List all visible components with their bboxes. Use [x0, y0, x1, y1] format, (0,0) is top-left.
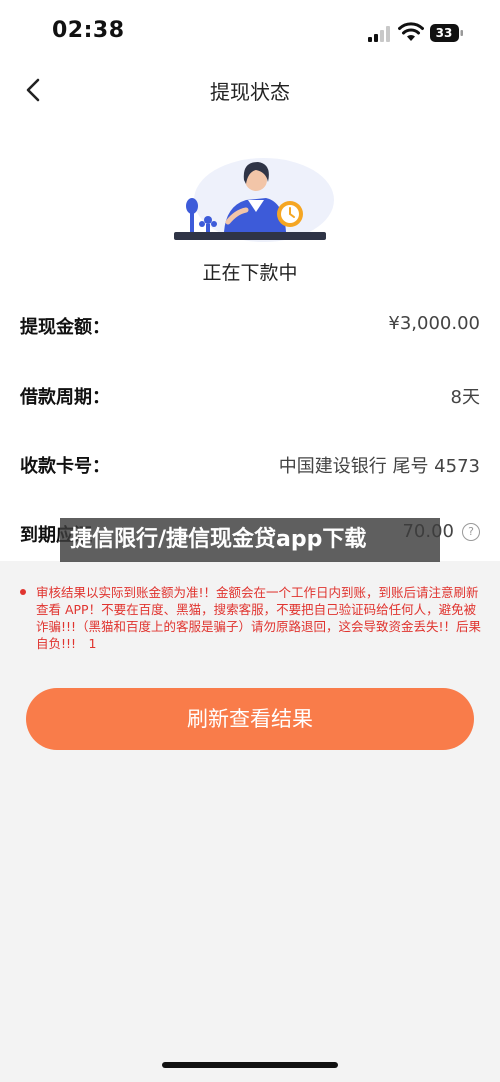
- battery-level: 33: [435, 26, 453, 40]
- battery-icon: 33: [430, 24, 464, 42]
- warning-notice: 审核结果以实际到账金额为准!！金额会在一个工作日内到账，到账后请注意刷新查看 A…: [20, 584, 482, 652]
- row-label: 提现金额：: [20, 317, 110, 338]
- row-value: 8天: [450, 387, 480, 408]
- cellular-signal-icon: [368, 26, 390, 42]
- row-label: 收款卡号：: [20, 456, 110, 477]
- detail-row-amount: 提现金额： ¥3,000.00: [0, 305, 500, 345]
- person-at-desk-illustration: [174, 158, 334, 242]
- row-label: 借款周期：: [20, 387, 110, 408]
- page-title: 提现状态: [210, 80, 290, 104]
- row-value: ¥3,000.00: [388, 313, 480, 334]
- row-value: 中国建设银行 尾号 4573: [278, 456, 480, 477]
- watermark-banner: 捷信限行/捷信现金贷app下载: [60, 518, 440, 562]
- wifi-icon: [398, 22, 424, 41]
- nav-bar: 提现状态: [0, 66, 500, 114]
- help-icon[interactable]: ?: [462, 523, 480, 541]
- refresh-result-button[interactable]: 刷新查看结果: [26, 688, 474, 750]
- notice-text: 审核结果以实际到账金额为准!！金额会在一个工作日内到账，到账后请注意刷新查看 A…: [36, 585, 482, 651]
- status-bar: 02:38 33: [0, 0, 500, 66]
- status-text: 正在下款中: [202, 262, 298, 284]
- bullet-dot-icon: [20, 589, 26, 595]
- detail-row-card: 收款卡号： 中国建设银行 尾号 4573: [0, 444, 500, 484]
- detail-row-period: 借款周期： 8天: [0, 375, 500, 415]
- home-indicator: [162, 1062, 338, 1068]
- status-time: 02:38: [52, 18, 125, 43]
